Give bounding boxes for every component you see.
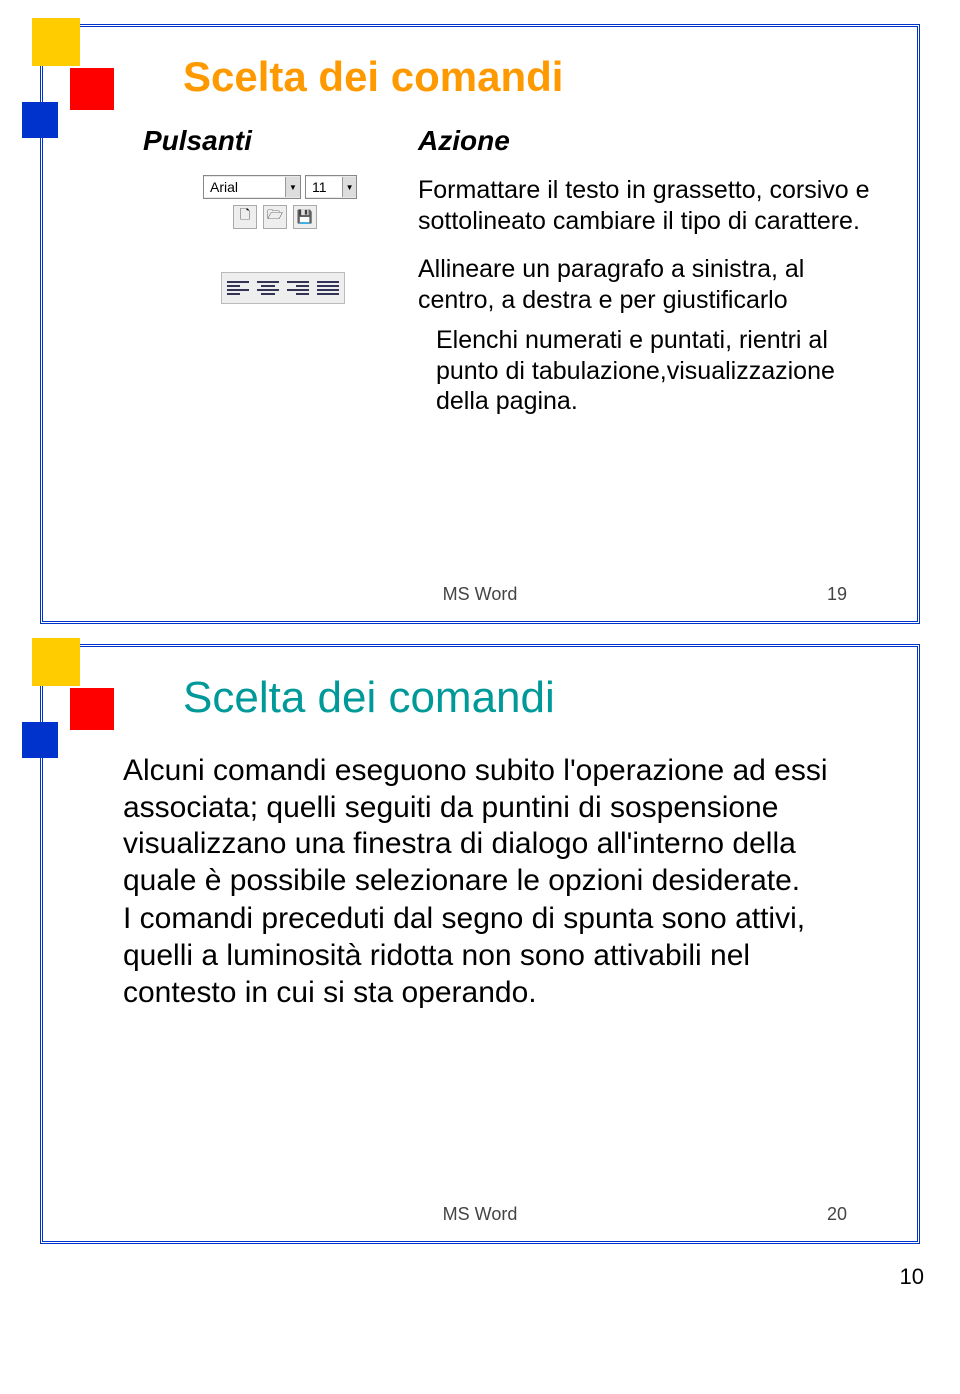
toolbar-font-area: Arial ▼ 11 ▼ 🗋 🗁 💾: [83, 175, 418, 229]
square-blue: [22, 722, 58, 758]
document-page-number: 10: [0, 1264, 924, 1290]
column-header-azione: Azione: [418, 125, 877, 157]
font-size-value: 11: [306, 177, 342, 197]
slide-page-number: 19: [827, 584, 847, 605]
square-yellow: [32, 638, 80, 686]
square-blue: [22, 102, 58, 138]
square-yellow: [32, 18, 80, 66]
slide-title: Scelta dei comandi: [183, 53, 877, 101]
save-file-icon[interactable]: 💾: [293, 205, 317, 229]
open-file-icon[interactable]: 🗁: [263, 205, 287, 229]
slide-1: Scelta dei comandi Pulsanti Azione Arial…: [40, 24, 920, 624]
align-center-icon[interactable]: [255, 276, 281, 300]
slide-page-number: 20: [827, 1204, 847, 1225]
slide-footer: MS Word 19: [43, 584, 917, 605]
footer-text: MS Word: [443, 1204, 518, 1224]
desc-format: Formattare il testo in grassetto, corsiv…: [418, 175, 877, 236]
align-left-icon[interactable]: [225, 276, 251, 300]
align-justify-icon[interactable]: [315, 276, 341, 300]
toolbar-align-area: [83, 254, 418, 304]
slide-title: Scelta dei comandi: [183, 673, 877, 723]
chevron-down-icon: ▼: [342, 177, 356, 197]
footer-text: MS Word: [443, 584, 518, 604]
font-size-dropdown[interactable]: 11 ▼: [305, 175, 357, 199]
body-paragraph-2: I comandi preceduti dal segno di spunta …: [123, 901, 847, 1011]
slide-2: Scelta dei comandi Alcuni comandi eseguo…: [40, 644, 920, 1244]
align-right-icon[interactable]: [285, 276, 311, 300]
chevron-down-icon: ▼: [285, 177, 300, 197]
slide-footer: MS Word 20: [43, 1204, 917, 1225]
square-red: [70, 688, 114, 730]
font-name-value: Arial: [204, 177, 285, 197]
body-paragraph-1: Alcuni comandi eseguono subito l'operazi…: [123, 753, 847, 899]
square-red: [70, 68, 114, 110]
column-header-pulsanti: Pulsanti: [83, 125, 418, 157]
desc-list: Elenchi numerati e puntati, rientri al p…: [418, 325, 877, 417]
font-name-dropdown[interactable]: Arial ▼: [203, 175, 301, 199]
new-file-icon[interactable]: 🗋: [233, 205, 257, 229]
desc-align: Allineare un paragrafo a sinistra, al ce…: [418, 254, 877, 315]
